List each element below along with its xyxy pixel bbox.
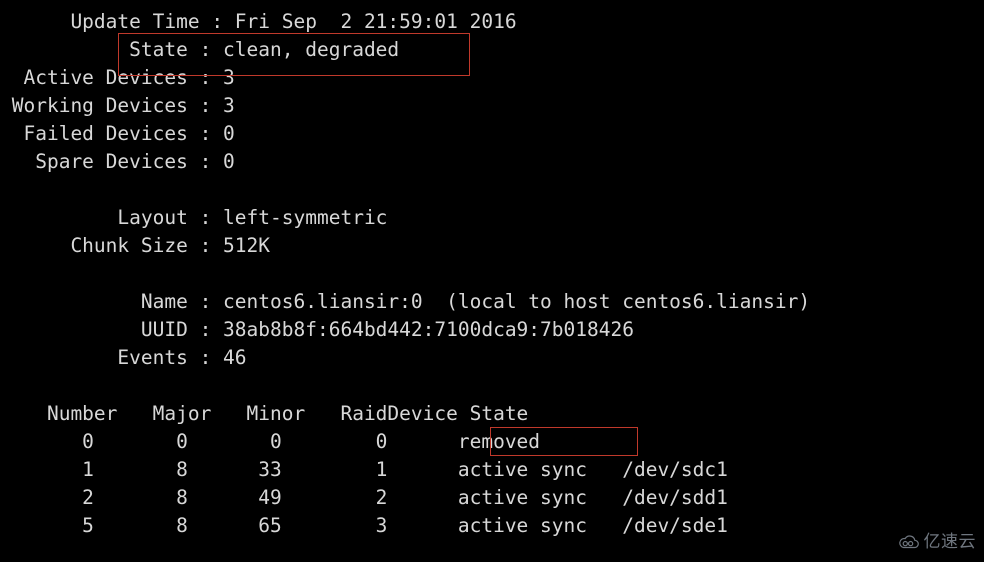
terminal-line-uuid: UUID : 38ab8b8f:664bd442:7100dca9:7b0184… — [0, 318, 634, 341]
device-table-row-1: 1 8 33 1 active sync /dev/sdc1 — [0, 458, 728, 481]
device-table-row-0: 0 0 0 0 removed — [0, 430, 541, 453]
terminal-line-failed-devices: Failed Devices : 0 — [0, 122, 235, 145]
terminal-line-active-devices: Active Devices : 3 — [0, 66, 235, 89]
terminal-line-events: Events : 46 — [0, 346, 247, 369]
cloud-icon — [898, 535, 920, 549]
terminal-screen[interactable]: Update Time : Fri Sep 2 21:59:01 2016 St… — [0, 0, 984, 562]
watermark: 亿速云 — [898, 528, 977, 556]
device-table-row-2: 2 8 49 2 active sync /dev/sdd1 — [0, 486, 728, 509]
shell-prompt[interactable]: [root@centos6 ~]# — [0, 535, 258, 562]
device-table-header: Number Major Minor RaidDevice State — [0, 402, 529, 425]
terminal-line-chunk-size: Chunk Size : 512K — [0, 234, 271, 257]
terminal-line-layout: Layout : left-symmetric — [0, 206, 388, 229]
terminal-line-working-devices: Working Devices : 3 — [0, 94, 235, 117]
terminal-line-update-time: Update Time : Fri Sep 2 21:59:01 2016 — [0, 10, 517, 33]
terminal-line-name: Name : centos6.liansir:0 (local to host … — [0, 290, 811, 313]
terminal-line-state: State : clean, degraded — [0, 38, 400, 61]
terminal-line-spare-devices: Spare Devices : 0 — [0, 150, 235, 173]
watermark-text: 亿速云 — [923, 532, 976, 552]
